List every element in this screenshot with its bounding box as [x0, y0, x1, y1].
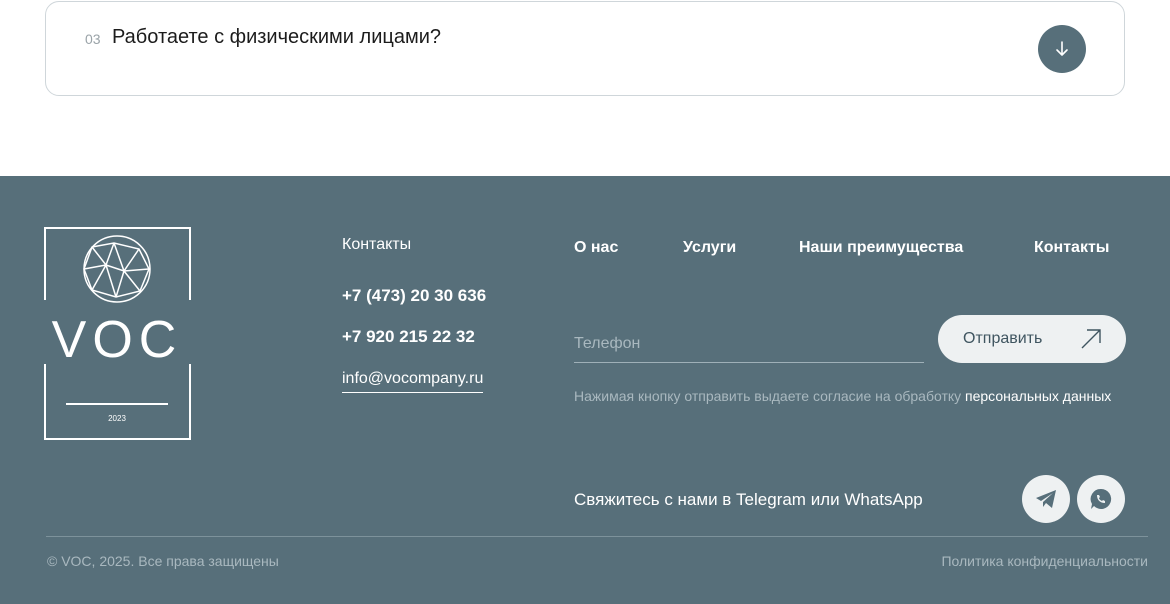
phone-link-2[interactable]: +7 920 215 22 32	[342, 327, 475, 347]
privacy-data-link[interactable]: персональных данных	[965, 388, 1111, 404]
footer: VOC 2023 Контакты +7 (473) 20 30 636 +7 …	[0, 176, 1170, 604]
logo-year: 2023	[108, 414, 126, 423]
consent-text: Нажимая кнопку отправить выдаете согласи…	[574, 388, 1112, 404]
voc-logo: VOC 2023	[44, 227, 191, 440]
arrow-up-right-icon	[1081, 329, 1101, 349]
telegram-button[interactable]	[1022, 475, 1070, 523]
faq-item[interactable]: 03 Работаете с физическими лицами?	[45, 1, 1125, 96]
send-button-label: Отправить	[963, 330, 1043, 347]
connect-text: Свяжитесь с нами в Telegram или WhatsApp	[574, 490, 923, 509]
privacy-policy-link[interactable]: Политика конфиденциальности	[941, 553, 1148, 569]
logo-text: VOC	[52, 311, 183, 369]
telegram-icon	[1036, 490, 1056, 508]
whatsapp-button[interactable]	[1077, 475, 1125, 523]
arrow-down-icon	[1056, 41, 1068, 56]
copyright: © VOC, 2025. Все права защищены	[47, 553, 279, 569]
faq-expand-button[interactable]	[1038, 25, 1086, 73]
footer-divider	[46, 536, 1148, 537]
phone-link-1[interactable]: +7 (473) 20 30 636	[342, 286, 486, 306]
faq-number: 03	[85, 31, 101, 47]
nav-advantages[interactable]: Наши преимущества	[799, 239, 963, 257]
nav-services[interactable]: Услуги	[683, 239, 736, 257]
faq-question[interactable]: Работаете с физическими лицами?	[112, 26, 441, 49]
phone-input[interactable]	[574, 326, 924, 363]
email-link[interactable]: info@vocompany.ru	[342, 370, 484, 393]
nav-contacts[interactable]: Контакты	[1034, 239, 1109, 257]
contacts-title: Контакты	[342, 236, 412, 253]
send-button[interactable]: Отправить	[938, 315, 1126, 363]
whatsapp-icon	[1090, 488, 1112, 509]
globe-icon	[83, 235, 151, 303]
nav-about[interactable]: О нас	[574, 239, 618, 257]
